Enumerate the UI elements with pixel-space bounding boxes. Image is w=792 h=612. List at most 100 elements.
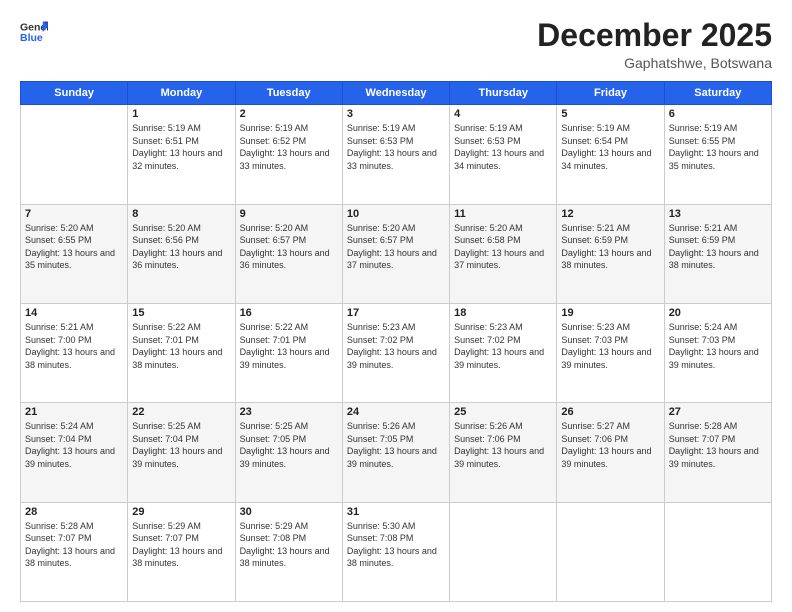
day-info: Sunrise: 5:29 AM Sunset: 7:07 PM Dayligh… xyxy=(132,520,230,570)
calendar-cell: 7 Sunrise: 5:20 AM Sunset: 6:55 PM Dayli… xyxy=(21,204,128,303)
day-number: 31 xyxy=(347,506,445,518)
day-number: 3 xyxy=(347,108,445,120)
day-info: Sunrise: 5:20 AM Sunset: 6:58 PM Dayligh… xyxy=(454,222,552,272)
day-number: 18 xyxy=(454,307,552,319)
day-number: 6 xyxy=(669,108,767,120)
header-tuesday: Tuesday xyxy=(235,82,342,105)
day-info: Sunrise: 5:20 AM Sunset: 6:56 PM Dayligh… xyxy=(132,222,230,272)
logo: General Blue xyxy=(20,18,48,46)
day-number: 27 xyxy=(669,406,767,418)
location: Gaphatshwe, Botswana xyxy=(537,55,772,71)
day-info: Sunrise: 5:22 AM Sunset: 7:01 PM Dayligh… xyxy=(132,321,230,371)
day-info: Sunrise: 5:28 AM Sunset: 7:07 PM Dayligh… xyxy=(25,520,123,570)
calendar-cell: 24 Sunrise: 5:26 AM Sunset: 7:05 PM Dayl… xyxy=(342,403,449,502)
weekday-header-row: Sunday Monday Tuesday Wednesday Thursday… xyxy=(21,82,772,105)
calendar-cell: 31 Sunrise: 5:30 AM Sunset: 7:08 PM Dayl… xyxy=(342,502,449,601)
calendar-cell: 15 Sunrise: 5:22 AM Sunset: 7:01 PM Dayl… xyxy=(128,303,235,402)
calendar-week-row: 21 Sunrise: 5:24 AM Sunset: 7:04 PM Dayl… xyxy=(21,403,772,502)
calendar-cell: 26 Sunrise: 5:27 AM Sunset: 7:06 PM Dayl… xyxy=(557,403,664,502)
svg-text:Blue: Blue xyxy=(20,32,43,44)
header: General Blue December 2025 Gaphatshwe, B… xyxy=(20,18,772,71)
calendar-week-row: 1 Sunrise: 5:19 AM Sunset: 6:51 PM Dayli… xyxy=(21,105,772,204)
day-info: Sunrise: 5:19 AM Sunset: 6:55 PM Dayligh… xyxy=(669,122,767,172)
day-number: 21 xyxy=(25,406,123,418)
day-number: 19 xyxy=(561,307,659,319)
day-info: Sunrise: 5:25 AM Sunset: 7:05 PM Dayligh… xyxy=(240,420,338,470)
day-number: 29 xyxy=(132,506,230,518)
calendar-cell xyxy=(557,502,664,601)
day-info: Sunrise: 5:19 AM Sunset: 6:54 PM Dayligh… xyxy=(561,122,659,172)
calendar-cell: 14 Sunrise: 5:21 AM Sunset: 7:00 PM Dayl… xyxy=(21,303,128,402)
calendar-cell: 8 Sunrise: 5:20 AM Sunset: 6:56 PM Dayli… xyxy=(128,204,235,303)
day-number: 8 xyxy=(132,208,230,220)
calendar-cell: 27 Sunrise: 5:28 AM Sunset: 7:07 PM Dayl… xyxy=(664,403,771,502)
day-info: Sunrise: 5:19 AM Sunset: 6:51 PM Dayligh… xyxy=(132,122,230,172)
day-number: 26 xyxy=(561,406,659,418)
title-block: December 2025 Gaphatshwe, Botswana xyxy=(537,18,772,71)
day-info: Sunrise: 5:23 AM Sunset: 7:02 PM Dayligh… xyxy=(347,321,445,371)
day-info: Sunrise: 5:22 AM Sunset: 7:01 PM Dayligh… xyxy=(240,321,338,371)
day-number: 12 xyxy=(561,208,659,220)
calendar-table: Sunday Monday Tuesday Wednesday Thursday… xyxy=(20,81,772,602)
calendar-cell: 2 Sunrise: 5:19 AM Sunset: 6:52 PM Dayli… xyxy=(235,105,342,204)
day-number: 9 xyxy=(240,208,338,220)
header-wednesday: Wednesday xyxy=(342,82,449,105)
calendar-week-row: 14 Sunrise: 5:21 AM Sunset: 7:00 PM Dayl… xyxy=(21,303,772,402)
day-info: Sunrise: 5:28 AM Sunset: 7:07 PM Dayligh… xyxy=(669,420,767,470)
calendar-cell: 23 Sunrise: 5:25 AM Sunset: 7:05 PM Dayl… xyxy=(235,403,342,502)
header-saturday: Saturday xyxy=(664,82,771,105)
day-info: Sunrise: 5:25 AM Sunset: 7:04 PM Dayligh… xyxy=(132,420,230,470)
day-info: Sunrise: 5:21 AM Sunset: 7:00 PM Dayligh… xyxy=(25,321,123,371)
header-friday: Friday xyxy=(557,82,664,105)
day-info: Sunrise: 5:20 AM Sunset: 6:57 PM Dayligh… xyxy=(347,222,445,272)
calendar-cell: 3 Sunrise: 5:19 AM Sunset: 6:53 PM Dayli… xyxy=(342,105,449,204)
calendar-cell: 17 Sunrise: 5:23 AM Sunset: 7:02 PM Dayl… xyxy=(342,303,449,402)
calendar-cell xyxy=(21,105,128,204)
day-number: 7 xyxy=(25,208,123,220)
day-number: 15 xyxy=(132,307,230,319)
day-info: Sunrise: 5:20 AM Sunset: 6:55 PM Dayligh… xyxy=(25,222,123,272)
day-number: 16 xyxy=(240,307,338,319)
calendar-cell xyxy=(450,502,557,601)
header-sunday: Sunday xyxy=(21,82,128,105)
logo-icon: General Blue xyxy=(20,18,48,46)
calendar-cell: 28 Sunrise: 5:28 AM Sunset: 7:07 PM Dayl… xyxy=(21,502,128,601)
day-number: 1 xyxy=(132,108,230,120)
month-title: December 2025 xyxy=(537,18,772,53)
day-number: 22 xyxy=(132,406,230,418)
calendar-cell: 25 Sunrise: 5:26 AM Sunset: 7:06 PM Dayl… xyxy=(450,403,557,502)
day-number: 5 xyxy=(561,108,659,120)
day-info: Sunrise: 5:30 AM Sunset: 7:08 PM Dayligh… xyxy=(347,520,445,570)
header-thursday: Thursday xyxy=(450,82,557,105)
day-info: Sunrise: 5:27 AM Sunset: 7:06 PM Dayligh… xyxy=(561,420,659,470)
day-number: 13 xyxy=(669,208,767,220)
calendar-cell: 18 Sunrise: 5:23 AM Sunset: 7:02 PM Dayl… xyxy=(450,303,557,402)
day-info: Sunrise: 5:19 AM Sunset: 6:53 PM Dayligh… xyxy=(347,122,445,172)
day-number: 17 xyxy=(347,307,445,319)
page: General Blue December 2025 Gaphatshwe, B… xyxy=(0,0,792,612)
calendar-week-row: 7 Sunrise: 5:20 AM Sunset: 6:55 PM Dayli… xyxy=(21,204,772,303)
day-info: Sunrise: 5:23 AM Sunset: 7:03 PM Dayligh… xyxy=(561,321,659,371)
calendar-cell: 19 Sunrise: 5:23 AM Sunset: 7:03 PM Dayl… xyxy=(557,303,664,402)
day-info: Sunrise: 5:19 AM Sunset: 6:52 PM Dayligh… xyxy=(240,122,338,172)
day-info: Sunrise: 5:24 AM Sunset: 7:03 PM Dayligh… xyxy=(669,321,767,371)
day-info: Sunrise: 5:24 AM Sunset: 7:04 PM Dayligh… xyxy=(25,420,123,470)
calendar-cell: 1 Sunrise: 5:19 AM Sunset: 6:51 PM Dayli… xyxy=(128,105,235,204)
day-number: 28 xyxy=(25,506,123,518)
day-info: Sunrise: 5:23 AM Sunset: 7:02 PM Dayligh… xyxy=(454,321,552,371)
day-info: Sunrise: 5:26 AM Sunset: 7:06 PM Dayligh… xyxy=(454,420,552,470)
day-info: Sunrise: 5:21 AM Sunset: 6:59 PM Dayligh… xyxy=(669,222,767,272)
day-number: 24 xyxy=(347,406,445,418)
day-number: 30 xyxy=(240,506,338,518)
day-number: 14 xyxy=(25,307,123,319)
calendar-cell: 16 Sunrise: 5:22 AM Sunset: 7:01 PM Dayl… xyxy=(235,303,342,402)
calendar-cell: 6 Sunrise: 5:19 AM Sunset: 6:55 PM Dayli… xyxy=(664,105,771,204)
day-number: 11 xyxy=(454,208,552,220)
day-number: 20 xyxy=(669,307,767,319)
calendar-cell: 22 Sunrise: 5:25 AM Sunset: 7:04 PM Dayl… xyxy=(128,403,235,502)
day-number: 2 xyxy=(240,108,338,120)
day-info: Sunrise: 5:19 AM Sunset: 6:53 PM Dayligh… xyxy=(454,122,552,172)
day-info: Sunrise: 5:21 AM Sunset: 6:59 PM Dayligh… xyxy=(561,222,659,272)
calendar-cell: 29 Sunrise: 5:29 AM Sunset: 7:07 PM Dayl… xyxy=(128,502,235,601)
calendar-cell: 5 Sunrise: 5:19 AM Sunset: 6:54 PM Dayli… xyxy=(557,105,664,204)
